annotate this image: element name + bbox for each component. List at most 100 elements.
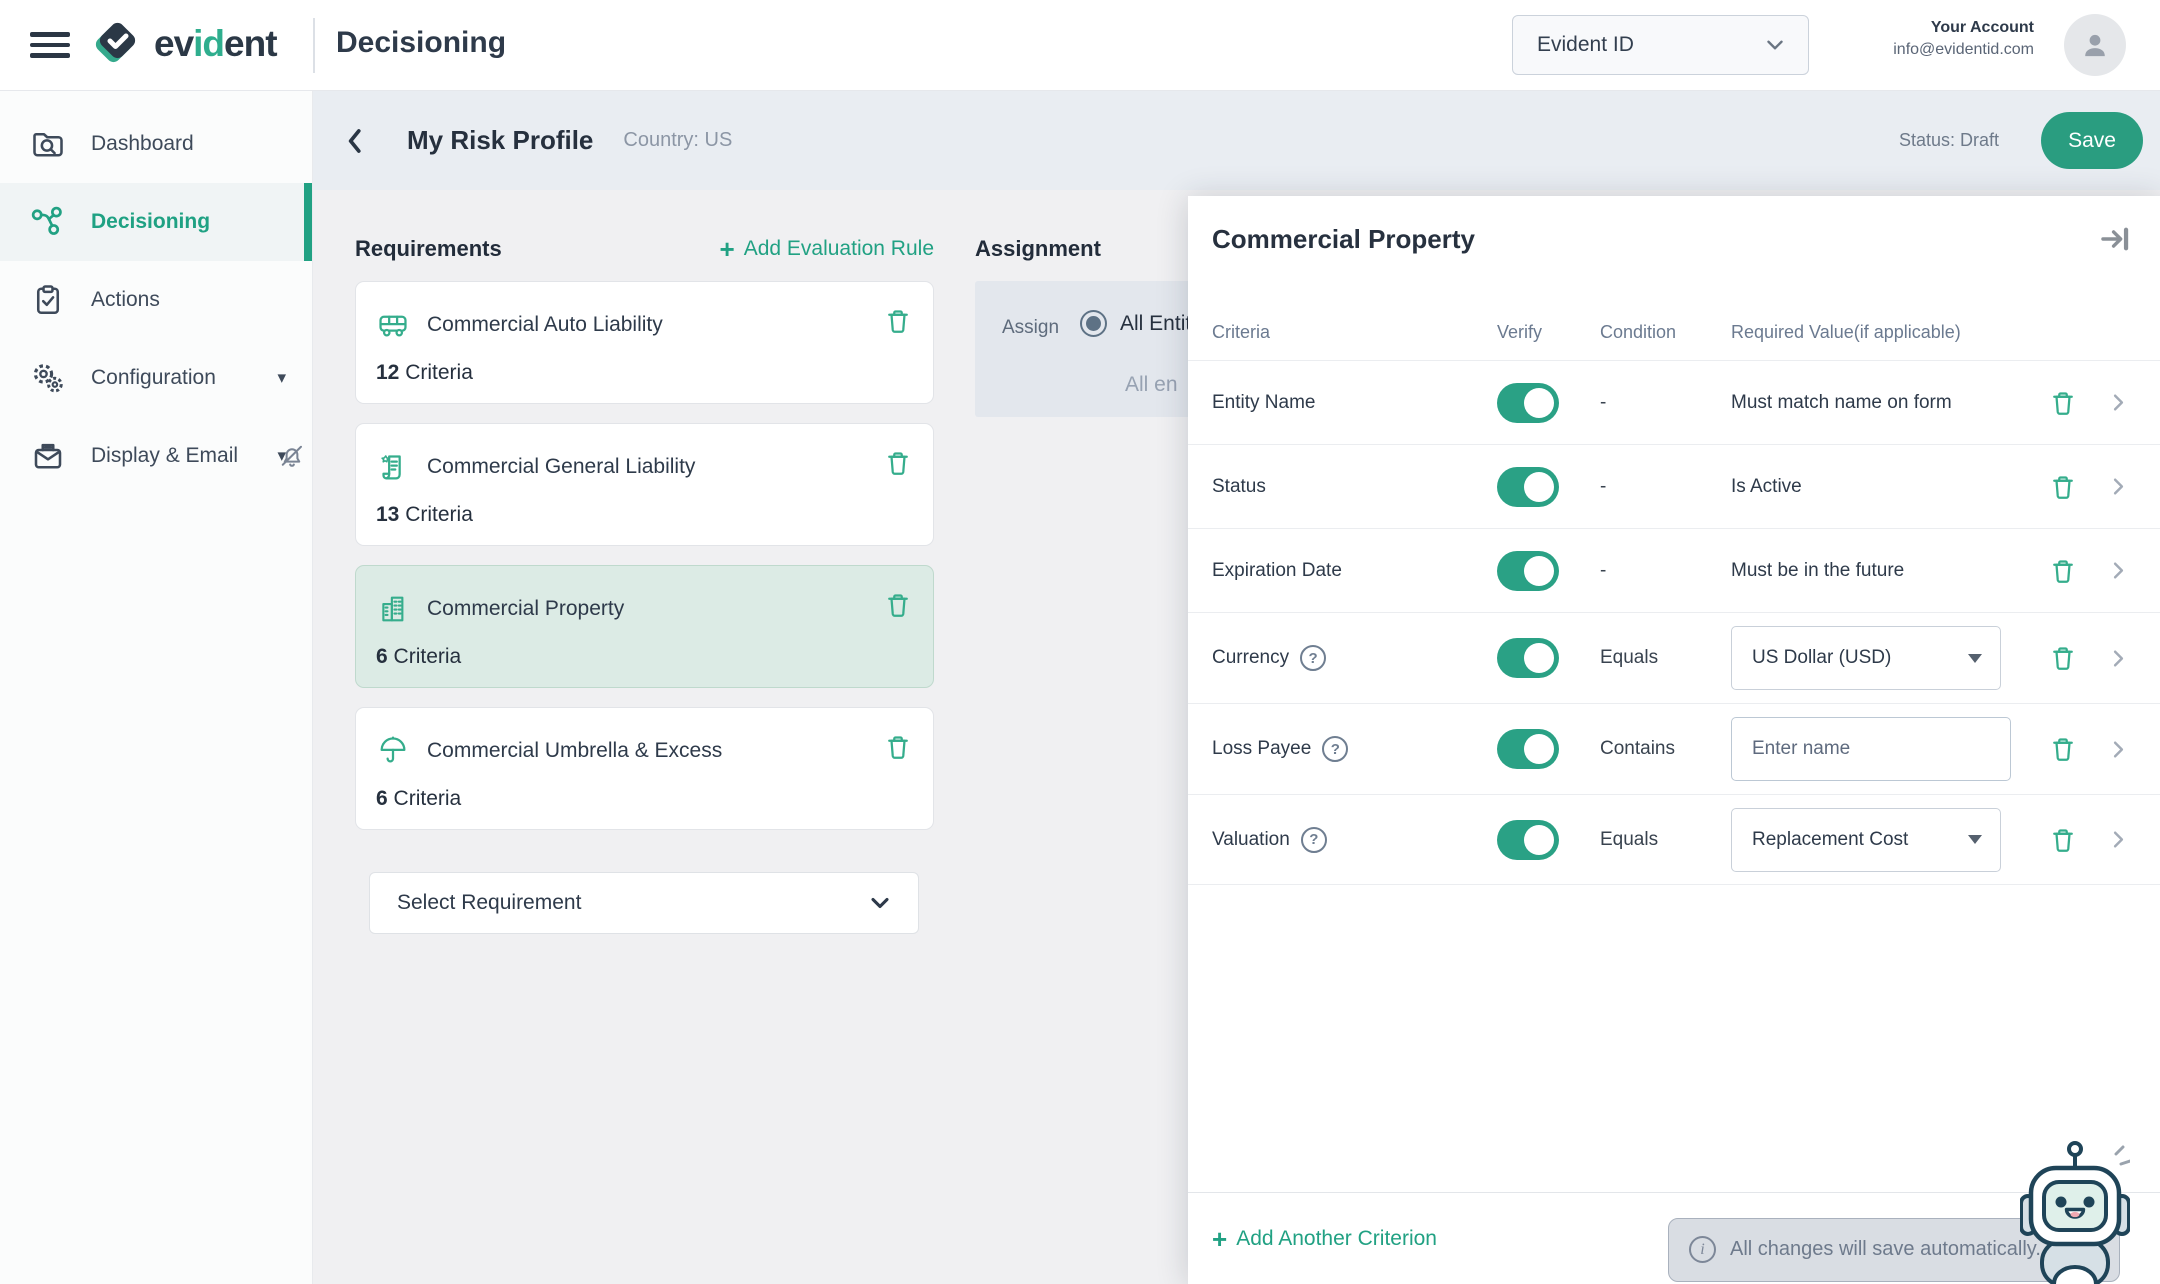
criteria-count: 12 Criteria <box>376 361 473 385</box>
sidebar-item-label: Decisioning <box>91 210 210 234</box>
header-divider <box>313 18 315 73</box>
chevron-right-icon[interactable] <box>2105 826 2132 853</box>
assignment-note: All en <box>1125 373 1178 397</box>
column-condition: Condition <box>1600 322 1731 343</box>
brand-logo[interactable]: evident <box>86 14 277 74</box>
radio-label: All Entiti <box>1120 312 1196 336</box>
valuation-select[interactable]: Replacement Cost <box>1731 808 2001 872</box>
sidebar: Dashboard Decisioning Actions <box>0 91 313 1284</box>
umbrella-icon <box>376 734 410 768</box>
person-icon <box>2076 26 2114 64</box>
loss-payee-input[interactable] <box>1731 717 2011 781</box>
verify-toggle[interactable] <box>1497 638 1559 678</box>
trash-icon[interactable] <box>2048 556 2078 586</box>
verify-toggle[interactable] <box>1497 729 1559 769</box>
sidebar-item-dashboard[interactable]: Dashboard <box>0 105 312 183</box>
chevron-right-icon[interactable] <box>2105 389 2132 416</box>
sidebar-item-actions[interactable]: Actions <box>0 261 312 339</box>
caret-down-icon <box>1968 835 1982 844</box>
criteria-count: 13 Criteria <box>376 503 473 527</box>
column-required-value: Required Value(if applicable) <box>1731 322 2136 343</box>
sidebar-item-decisioning[interactable]: Decisioning <box>0 183 312 261</box>
decision-flow-icon <box>30 204 66 240</box>
sidebar-item-display-email[interactable]: Display & Email ▾ <box>0 417 312 495</box>
chevron-right-icon[interactable] <box>2105 473 2132 500</box>
select-requirement-dropdown[interactable]: Select Requirement <box>369 872 919 934</box>
back-button[interactable] <box>335 121 375 161</box>
evident-logo-icon <box>86 14 146 74</box>
envelope-icon <box>30 438 66 474</box>
chevron-down-icon <box>1762 32 1788 58</box>
add-another-criterion-button[interactable]: + Add Another Criterion <box>1212 1226 1437 1252</box>
criteria-rows: Entity Name - Must match name on form St… <box>1188 360 2160 1192</box>
trash-icon[interactable] <box>883 590 913 620</box>
sidebar-item-label: Display & Email <box>91 444 238 468</box>
chevron-down-icon[interactable]: ▾ <box>277 446 286 466</box>
assign-label: Assign <box>1002 317 1059 339</box>
avatar[interactable] <box>2064 14 2126 76</box>
risk-profile-bar: My Risk Profile Country: US Status: Draf… <box>313 91 2160 190</box>
requirement-title: Commercial General Liability <box>427 455 695 479</box>
required-value-text: Must match name on form <box>1731 392 1952 413</box>
hamburger-menu-icon[interactable] <box>30 28 70 62</box>
trash-icon[interactable] <box>2048 734 2078 764</box>
sidebar-item-label: Actions <box>91 288 160 312</box>
folder-search-icon <box>30 126 66 162</box>
chevron-right-icon[interactable] <box>2105 645 2132 672</box>
column-verify: Verify <box>1497 322 1600 343</box>
column-criteria: Criteria <box>1212 322 1497 343</box>
trash-icon[interactable] <box>883 306 913 336</box>
sidebar-item-configuration[interactable]: Configuration ▾ <box>0 339 312 417</box>
account-name: Your Account <box>1893 19 2034 37</box>
save-button[interactable]: Save <box>2041 112 2143 169</box>
criteria-count: 6 Criteria <box>376 645 461 669</box>
all-entities-radio[interactable] <box>1080 310 1107 337</box>
help-icon[interactable]: ? <box>1301 827 1327 853</box>
certificate-scroll-icon <box>376 450 410 484</box>
account-switcher-dropdown[interactable]: Evident ID <box>1512 15 1809 75</box>
verify-toggle[interactable] <box>1497 383 1559 423</box>
status-badge: Status: Draft <box>1899 130 1999 151</box>
requirement-card-property[interactable]: Commercial Property 6 Criteria <box>355 565 934 688</box>
profile-country: Country: US <box>623 129 732 152</box>
verify-toggle[interactable] <box>1497 820 1559 860</box>
assignment-heading: Assignment <box>975 236 1101 262</box>
chevron-down-icon[interactable]: ▾ <box>277 368 286 388</box>
verify-toggle[interactable] <box>1497 551 1559 591</box>
condition-value: Equals <box>1600 647 1731 669</box>
requirements-heading: Requirements <box>355 236 502 262</box>
required-value-text: Is Active <box>1731 476 1802 497</box>
trash-icon[interactable] <box>2048 472 2078 502</box>
condition-value: - <box>1600 560 1731 582</box>
trash-icon[interactable] <box>2048 825 2078 855</box>
panel-footer: + Add Another Criterion i All changes wi… <box>1188 1192 2160 1284</box>
bus-icon <box>376 308 410 342</box>
criterion-row-valuation: Valuation? Equals Replacement Cost <box>1188 794 2160 885</box>
info-icon: i <box>1689 1236 1716 1263</box>
gears-icon <box>30 360 66 396</box>
required-value-text: Must be in the future <box>1731 560 1904 581</box>
collapse-panel-icon[interactable] <box>2098 222 2132 256</box>
assistant-robot-icon[interactable] <box>2020 1138 2130 1284</box>
currency-select[interactable]: US Dollar (USD) <box>1731 626 2001 690</box>
criterion-row-expiration-date: Expiration Date - Must be in the future <box>1188 528 2160 612</box>
help-icon[interactable]: ? <box>1322 736 1348 762</box>
help-icon[interactable]: ? <box>1300 645 1326 671</box>
requirement-card-umbrella-excess[interactable]: Commercial Umbrella & Excess 6 Criteria <box>355 707 934 830</box>
chevron-right-icon[interactable] <box>2105 557 2132 584</box>
trash-icon[interactable] <box>2048 643 2078 673</box>
trash-icon[interactable] <box>883 732 913 762</box>
building-icon <box>376 592 410 626</box>
trash-icon[interactable] <box>2048 388 2078 418</box>
trash-icon[interactable] <box>883 448 913 478</box>
requirement-card-general-liability[interactable]: Commercial General Liability 13 Criteria <box>355 423 934 546</box>
add-evaluation-rule-button[interactable]: + Add Evaluation Rule <box>720 236 934 262</box>
plus-icon: + <box>720 236 735 262</box>
verify-toggle[interactable] <box>1497 467 1559 507</box>
chevron-right-icon[interactable] <box>2105 736 2132 763</box>
caret-down-icon <box>1968 654 1982 663</box>
condition-value: Equals <box>1600 829 1731 851</box>
criterion-row-entity-name: Entity Name - Must match name on form <box>1188 360 2160 444</box>
requirement-card-auto-liability[interactable]: Commercial Auto Liability 12 Criteria <box>355 281 934 404</box>
top-bar: evident Decisioning Evident ID Your Acco… <box>0 0 2160 91</box>
